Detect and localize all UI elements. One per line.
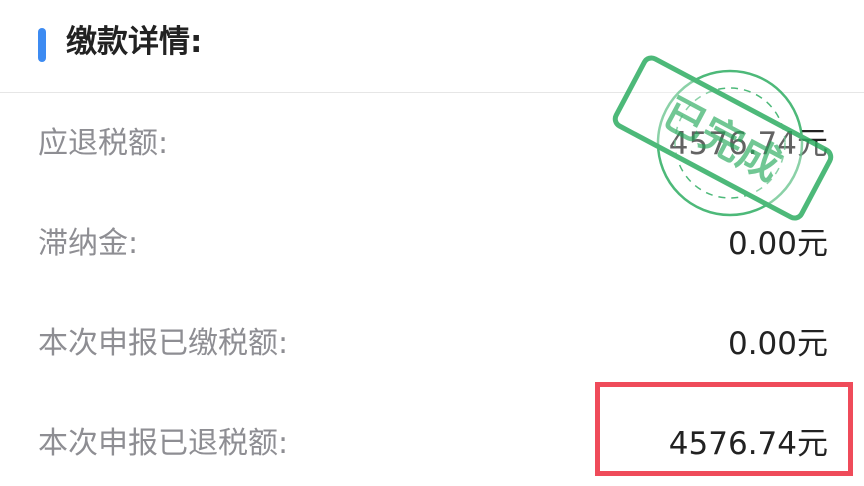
refunded-this-filing-label: 本次申报已退税额: — [38, 426, 289, 461]
refunded-this-filing-value: 4576.74元 — [668, 426, 828, 462]
section-header: 缴款详情: — [0, 0, 864, 93]
paid-this-filing-value: 0.00元 — [727, 326, 828, 362]
late-fee-value: 0.00元 — [727, 226, 828, 262]
detail-row-paid-this-filing: 本次申报已缴税额: 0.00元 — [0, 296, 864, 396]
payment-details-page: 缴款详情: 应退税额: 4576.74元 滞纳金: 0.00元 本次申报已缴税额… — [0, 0, 864, 486]
detail-row-refunded-this-filing: 本次申报已退税额: 4576.74元 — [0, 396, 864, 486]
refund-due-value: 4576.74元 — [668, 126, 828, 162]
detail-row-late-fee: 滞纳金: 0.00元 — [0, 196, 864, 296]
paid-this-filing-label: 本次申报已缴税额: — [38, 326, 289, 361]
detail-row-refund-due: 应退税额: 4576.74元 — [0, 96, 864, 196]
section-title: 缴款详情: — [66, 24, 203, 60]
refund-due-label: 应退税额: — [38, 126, 169, 161]
late-fee-label: 滞纳金: — [38, 226, 139, 261]
section-accent-bar — [38, 28, 46, 62]
